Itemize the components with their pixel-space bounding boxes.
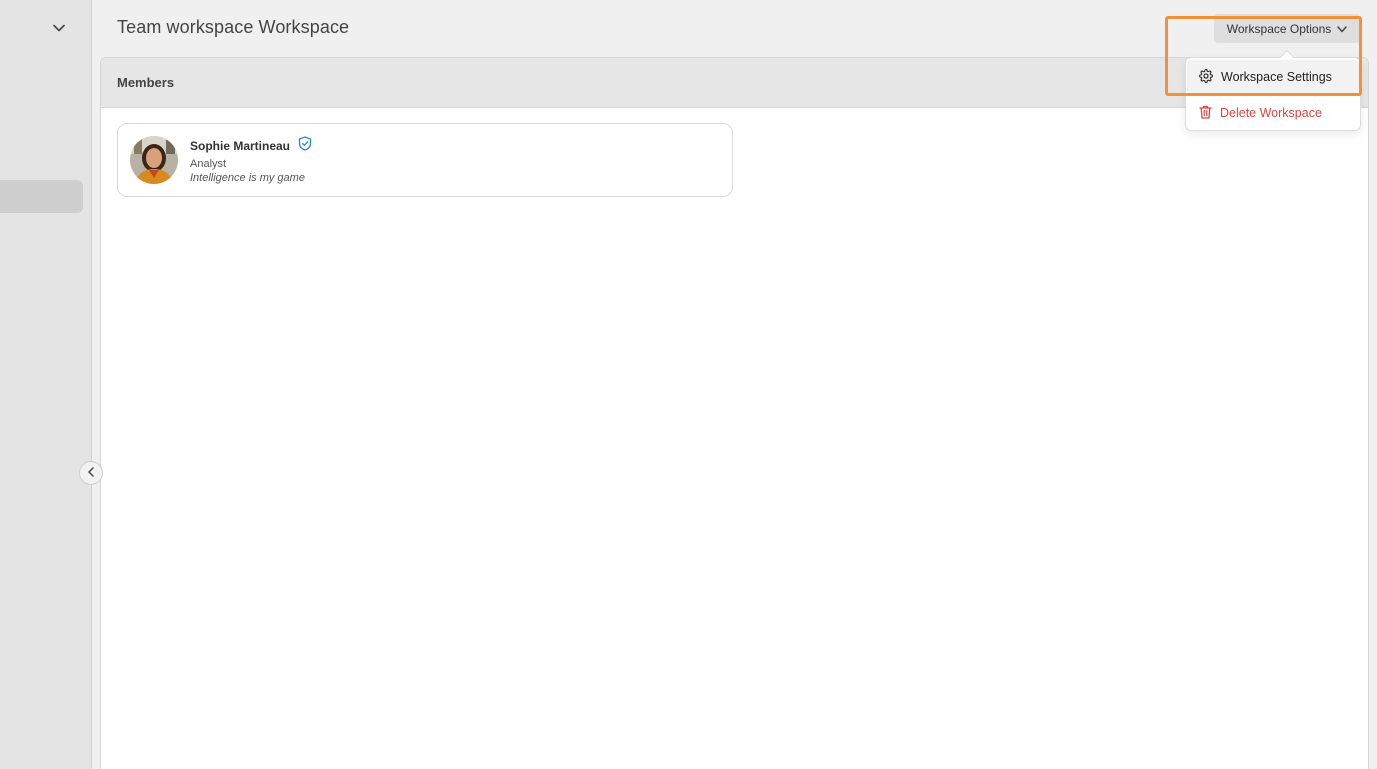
members-title: Members (117, 75, 175, 90)
sidebar-collapse-button[interactable] (79, 461, 103, 485)
workspace-options-label: Workspace Options (1226, 21, 1332, 36)
menu-item-delete-workspace[interactable]: Delete Workspace (1187, 96, 1359, 130)
chevron-down-icon (1337, 22, 1347, 36)
gear-icon (1199, 68, 1213, 86)
member-card[interactable]: Sophie Martineau Analyst Intelligence is… (117, 123, 733, 197)
member-role: Analyst (190, 158, 227, 170)
members-panel-header: Members (101, 58, 1368, 108)
sidebar (0, 0, 92, 769)
chevron-down-icon[interactable] (50, 19, 68, 37)
sidebar-item-active[interactable] (0, 180, 83, 213)
menu-item-label: Workspace Settings (1221, 70, 1332, 84)
workspace-options-menu: Workspace Settings Delete Workspace (1185, 49, 1361, 131)
shield-check-icon (298, 136, 312, 156)
trash-icon (1199, 105, 1212, 122)
menu-item-workspace-settings[interactable]: Workspace Settings (1187, 60, 1359, 94)
avatar (130, 136, 178, 184)
members-panel: Members Sophie Martineau Analyst Intelli… (100, 57, 1369, 769)
workspace-options-button[interactable]: Workspace Options (1214, 14, 1360, 43)
member-name-row: Sophie Martineau (190, 136, 312, 156)
member-name: Sophie Martineau (190, 139, 291, 153)
member-bio: Intelligence is my game (190, 172, 305, 184)
member-info: Sophie Martineau Analyst Intelligence is… (190, 136, 312, 184)
chevron-left-icon (87, 464, 95, 482)
page-title: Team workspace Workspace (117, 17, 350, 37)
app-window: Team workspace Workspace Workspace Optio… (0, 0, 1377, 769)
menu-item-label: Delete Workspace (1220, 106, 1322, 120)
